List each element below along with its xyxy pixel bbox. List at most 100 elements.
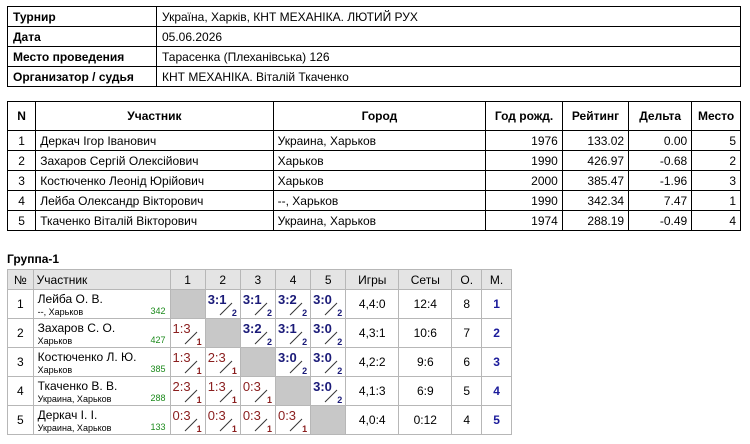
player-city: Харьков: [37, 336, 73, 346]
participant-row: 3 Костюченко Леонід Юрійович Харьков 2000 38…: [6, 170, 741, 191]
group-points: 4: [451, 405, 483, 435]
match-points: 2: [337, 308, 343, 318]
match-points: 1: [231, 395, 237, 405]
participant-cell: 2000: [485, 170, 563, 191]
participant-cell: 4: [6, 190, 37, 211]
participant-cell: -1.96: [628, 170, 693, 191]
participant-cell: 133.02: [561, 130, 630, 151]
participant-cell: 5: [6, 210, 37, 231]
player-rating: 427: [150, 335, 166, 345]
diagonal-cell: [204, 318, 241, 348]
match-result-cell: 0:3 1: [169, 405, 206, 435]
participant-cell: 7.47: [628, 190, 693, 211]
match-points: 2: [231, 308, 237, 318]
match-result-cell: 3:1 2: [239, 289, 276, 319]
participant-cell: 1990: [485, 190, 563, 211]
participant-cell: Захаров Сергій Олексійович: [35, 150, 274, 171]
participants-column-header: Год рожд.: [485, 101, 563, 131]
group-row: 5 Деркач І. І. Украина, Харьков 133 0:3 1 0:3 1…: [7, 405, 512, 435]
info-row: Дата 05.06.2026: [7, 26, 741, 47]
match-result-cell: 3:2 2: [239, 318, 276, 348]
match-result-cell: 2:3 1: [169, 376, 206, 406]
match-points: 1: [231, 366, 237, 376]
match-points: 1: [266, 424, 272, 434]
participant-cell: Деркач Ігор Іванович: [35, 130, 274, 151]
group-player-cell: Ткаченко В. В. Украина, Харьков 288: [32, 376, 171, 406]
match-points: 1: [196, 424, 202, 434]
slash-icon: [324, 302, 338, 316]
participant-row: 1 Деркач Ігор Іванович Украина, Харьков 197…: [6, 130, 741, 151]
player-name: Ткаченко В. В.: [37, 379, 118, 393]
participant-cell: 2: [6, 150, 37, 171]
diagonal-cell: [239, 347, 276, 377]
participant-cell: Костюченко Леонід Юрійович: [35, 170, 274, 191]
group-player-cell: Захаров С. О. Харьков 427: [32, 318, 171, 348]
group-games: 4,4:0: [345, 289, 400, 319]
participants-column-header: Участник: [35, 101, 274, 131]
slash-icon: [289, 418, 303, 432]
participant-cell: 1974: [485, 210, 563, 231]
slash-icon: [289, 360, 303, 374]
participant-cell: 0.00: [628, 130, 693, 151]
match-result-cell: 3:1 2: [204, 289, 241, 319]
group-column-header: 4: [274, 269, 312, 290]
match-points: 1: [302, 424, 308, 434]
group-column-header: О.: [451, 269, 483, 290]
participant-cell: -0.68: [628, 150, 693, 171]
diagonal-cell: [310, 405, 347, 435]
participant-cell: 1: [691, 190, 741, 211]
match-points: 1: [196, 337, 202, 347]
player-name: Костюченко Л. Ю.: [37, 350, 137, 364]
participant-row: 4 Лейба Олександр Вікторович --, Харьков 19…: [6, 190, 741, 211]
participant-cell: Харьков: [272, 150, 487, 171]
group-row: 4 Ткаченко В. В. Украина, Харьков 288 2:3 1 1:…: [7, 376, 512, 406]
player-rating: 342: [150, 306, 166, 316]
participant-cell: 4: [691, 210, 741, 231]
slash-icon: [254, 331, 268, 345]
info-row: Место проведения Тарасенка (Плеханівська)…: [7, 46, 741, 67]
group-header-row: № Участник 1 2 3 4 5 Игры Сеты О. М.: [7, 269, 512, 290]
match-result-cell: 3:2 2: [274, 289, 312, 319]
group-games: 4,0:4: [345, 405, 400, 435]
match-result-cell: 3:0 2: [274, 347, 312, 377]
participant-row: 2 Захаров Сергій Олексійович Харьков 1990 42…: [6, 150, 741, 171]
slash-icon: [289, 331, 303, 345]
match-points: 1: [231, 424, 237, 434]
group-games: 4,1:3: [345, 376, 400, 406]
participant-cell: 385.47: [561, 170, 630, 191]
slash-icon: [289, 302, 303, 316]
group-row-number: 4: [7, 376, 34, 406]
group-place: 5: [481, 405, 512, 435]
match-points: 1: [196, 366, 202, 376]
group-column-header: 3: [239, 269, 276, 290]
group-points: 7: [451, 318, 483, 348]
group-row: 2 Захаров С. О. Харьков 427 1:3 1 3:2 2 3:1 2 3:0 2…: [7, 318, 512, 348]
participants-column-header: Рейтинг: [561, 101, 630, 131]
match-points: 2: [266, 308, 272, 318]
slash-icon: [254, 302, 268, 316]
match-result-cell: 2:3 1: [204, 347, 241, 377]
info-value: Україна, Харків, КНТ МЕХАНІКА. ЛЮТИЙ РУХ: [156, 6, 741, 27]
slash-icon: [219, 302, 233, 316]
match-result-cell: 3:0 2: [310, 318, 347, 348]
group-games: 4,2:2: [345, 347, 400, 377]
participants-column-header: Дельта: [628, 101, 693, 131]
participant-cell: Харьков: [272, 170, 487, 191]
info-label: Турнир: [7, 6, 157, 27]
slash-icon: [219, 360, 233, 374]
group-sets: 10:6: [398, 318, 453, 348]
match-result-cell: 1:3 1: [204, 376, 241, 406]
group-place: 2: [481, 318, 512, 348]
group-player-cell: Лейба О. В. --, Харьков 342: [32, 289, 171, 319]
match-result-cell: 0:3 1: [239, 376, 276, 406]
participant-cell: 3: [6, 170, 37, 191]
match-points: 2: [302, 366, 308, 376]
participant-cell: 5: [691, 130, 741, 151]
group-crosstable: № Участник 1 2 3 4 5 Игры Сеты О. М. 1 Лейба О. В. -…: [7, 269, 512, 435]
slash-icon: [254, 389, 268, 403]
match-points: 2: [302, 308, 308, 318]
match-points: 1: [196, 395, 202, 405]
participant-row: 5 Ткаченко Віталій Вікторович Украина, Хар…: [6, 210, 741, 231]
match-result-cell: 1:3 1: [169, 318, 206, 348]
group-column-header: 5: [310, 269, 347, 290]
